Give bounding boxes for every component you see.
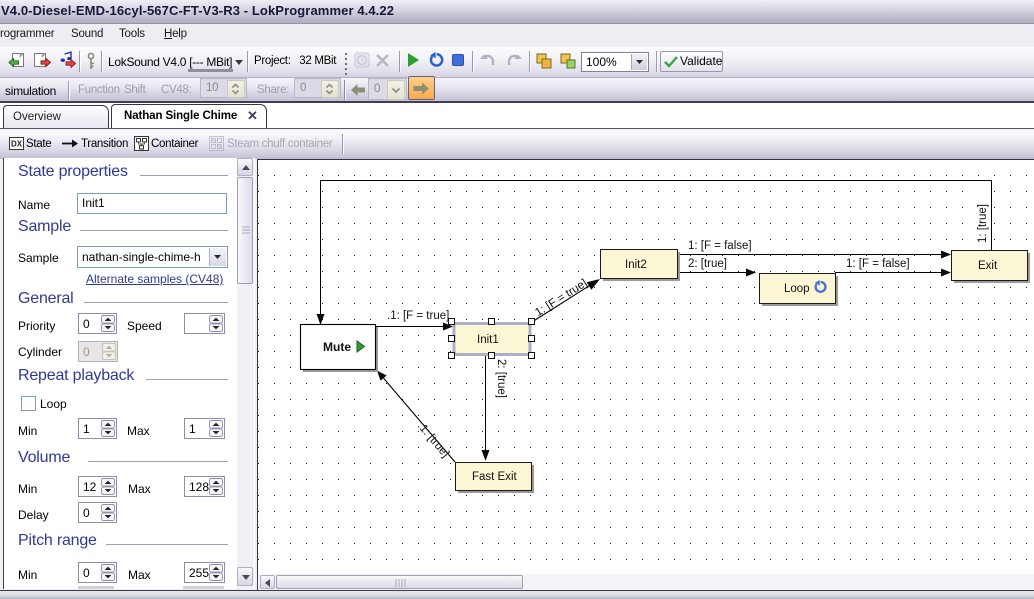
svg-text:1: [F = false]: 1: [F = false] [846,258,910,270]
svg-text:.1: [F = true]: .1: [F = true] [387,310,449,322]
svg-text:1: [F = false]: 1: [F = false] [688,240,752,252]
svg-text:DX: DX [11,140,23,149]
svg-text:1: [true]: 1: [true] [977,204,989,243]
svg-text:Loop: Loop [784,283,810,295]
svg-text:2: [true]: 2: [true] [495,359,507,398]
svg-text:Init2: Init2 [625,259,647,271]
svg-text:Mute: Mute [323,340,351,354]
svg-text:Init1: Init1 [477,334,499,346]
svg-text:Fast Exit: Fast Exit [472,471,518,483]
svg-text:2: [true]: 2: [true] [688,258,727,270]
svg-text:Exit: Exit [978,260,998,272]
